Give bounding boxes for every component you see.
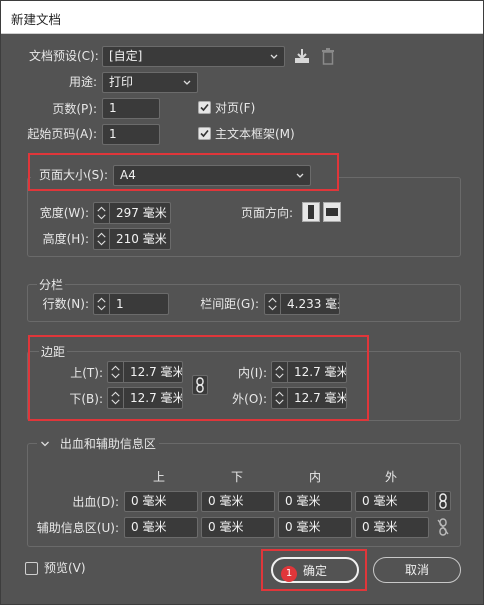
preset-label: 文档预设(C): [29,49,99,63]
chevron-down-icon [270,54,278,59]
chevron-down-icon [41,441,49,447]
stepper-arrows-icon[interactable] [265,294,281,314]
col-header-inside: 内 [308,470,321,484]
bleed-bottom-input[interactable]: 0 毫米 [201,491,275,512]
highlight-margins [28,335,369,421]
preview-label: 预览(V) [44,561,86,575]
intent-value: 打印 [109,75,134,89]
cancel-button[interactable]: 取消 [373,557,461,583]
window-title: 新建文档 [11,12,62,27]
bleed-outside-input[interactable]: 0 毫米 [355,491,429,512]
delete-preset-icon[interactable] [320,46,336,66]
facing-pages-label: 对页(F) [215,101,256,115]
columns-number-label: 行数(N): [42,297,89,311]
gutter-label: 栏间距(G): [200,297,259,311]
slug-outside-input[interactable]: 0 毫米 [355,517,429,538]
highlight-page-size [28,153,339,191]
check-icon [200,129,209,138]
width-stepper[interactable]: 297 毫米 [93,202,171,224]
broken-link-icon[interactable] [436,517,450,537]
columns-number-value: 1 [116,297,124,311]
bleed-slug-header[interactable]: 出血和辅助信息区 [37,435,159,453]
gutter-value: 4.233 毫米 [287,297,339,311]
cancel-button-label: 取消 [404,563,429,577]
col-header-bottom: 下 [230,470,243,484]
bleed-link-button[interactable] [435,491,451,511]
bleed-label: 出血(D): [72,495,119,509]
chain-link-icon [439,493,447,509]
stepper-arrows-icon[interactable] [94,294,110,314]
bleed-inside-input[interactable]: 0 毫米 [278,491,352,512]
slug-bottom-input[interactable]: 0 毫米 [201,517,275,538]
stepper-arrows-icon[interactable] [94,203,110,223]
width-value: 297 毫米 [116,206,167,220]
facing-pages-checkbox[interactable] [198,101,211,114]
intent-label: 用途: [68,75,97,89]
primary-text-frame-checkbox[interactable] [198,127,211,140]
pages-label: 页数(P): [52,102,97,116]
check-icon [200,103,209,112]
col-header-top: 上 [152,470,165,484]
columns-number-stepper[interactable]: 1 [93,293,169,315]
primary-text-frame-label: 主文本框架(M) [215,127,295,141]
preset-value: [自定] [109,49,143,63]
slug-label: 辅助信息区(U): [36,521,119,535]
intent-select[interactable]: 打印 [102,72,198,93]
portrait-orientation-icon[interactable] [302,202,320,222]
height-value: 210 毫米 [116,232,167,246]
highlight-ok-button [261,549,367,591]
start-page-input[interactable]: 1 [102,124,160,145]
start-page-label: 起始页码(A): [27,127,97,141]
pages-input[interactable]: 1 [102,98,160,119]
col-header-outside: 外 [384,470,397,484]
landscape-orientation-icon[interactable] [323,202,341,222]
new-document-dialog: 新建文档 文档预设(C): [自定] 用途: 打印 页数(P): 1 对页(F)… [0,0,484,605]
stepper-arrows-icon[interactable] [94,229,110,249]
slug-top-input[interactable]: 0 毫米 [124,517,198,538]
title-bar: 新建文档 [1,1,483,34]
preset-select[interactable]: [自定] [102,46,285,67]
bleed-top-input[interactable]: 0 毫米 [124,491,198,512]
save-preset-icon[interactable] [293,47,311,65]
chevron-down-icon [183,80,191,85]
height-stepper[interactable]: 210 毫米 [93,228,171,250]
gutter-stepper[interactable]: 4.233 毫米 [264,293,340,315]
preview-checkbox[interactable] [25,562,38,575]
height-label: 高度(H): [42,232,89,246]
slug-inside-input[interactable]: 0 毫米 [278,517,352,538]
width-label: 宽度(W): [39,206,89,220]
orientation-label: 页面方向: [241,206,294,220]
bleed-slug-title: 出血和辅助信息区 [59,437,156,451]
columns-header: 分栏 [37,276,66,294]
